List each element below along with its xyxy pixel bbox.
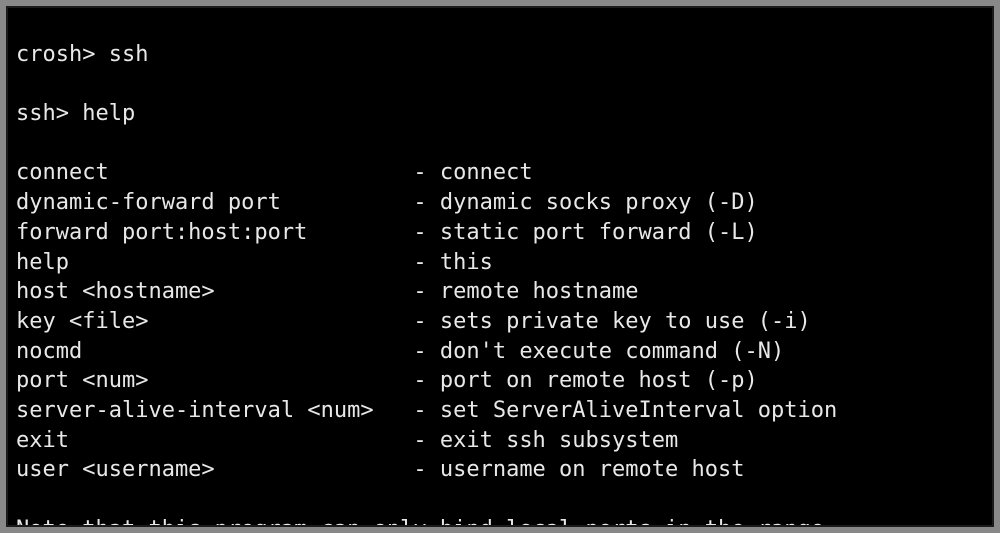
terminal-help-line: connect - connect [16,158,984,188]
terminal-help-line: host <hostname> - remote hostname [16,277,984,307]
terminal-help-line: dynamic-forward port - dynamic socks pro… [16,188,984,218]
terminal-help-line: exit - exit ssh subsystem [16,426,984,456]
terminal-line: crosh> ssh [16,40,984,70]
terminal-help-line: server-alive-interval <num> - set Server… [16,396,984,426]
terminal-help-line: user <username> - username on remote hos… [16,455,984,485]
terminal-help-line: port <num> - port on remote host (-p) [16,366,984,396]
terminal-help-line: help - this [16,248,984,278]
terminal-help-line: nocmd - don't execute command (-N) [16,337,984,367]
terminal-help-line: key <file> - sets private key to use (-i… [16,307,984,337]
terminal-line: Note that this program can only bind loc… [16,515,984,527]
terminal-window[interactable]: crosh> ssh ssh> help connect - connectdy… [6,6,994,527]
terminal-line: ssh> help [16,99,984,129]
terminal-help-line: forward port:host:port - static port for… [16,218,984,248]
